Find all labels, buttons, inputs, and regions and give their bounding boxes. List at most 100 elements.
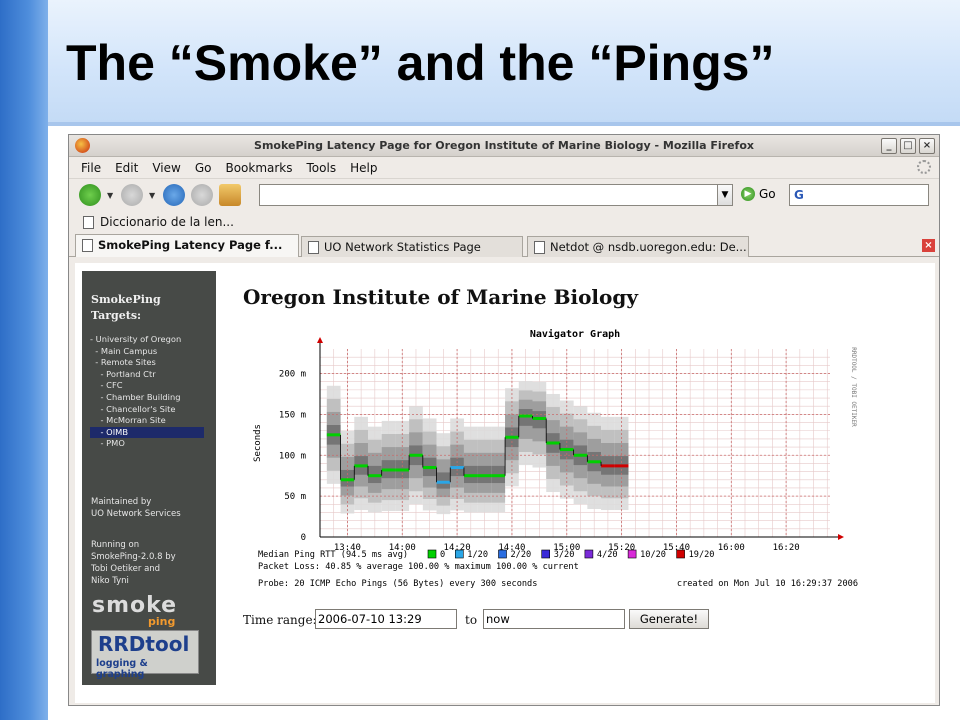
running-line[interactable]: Tobi Oetiker and	[91, 563, 176, 575]
menu-item-file[interactable]: File	[81, 161, 101, 175]
tab-label: UO Network Statistics Page	[324, 240, 481, 254]
menu-item-edit[interactable]: Edit	[115, 161, 138, 175]
window-titlebar: SmokePing Latency Page for Oregon Instit…	[69, 135, 939, 157]
url-dropdown-icon[interactable]: ▼	[717, 184, 733, 206]
menu-item-bookmarks[interactable]: Bookmarks	[225, 161, 292, 175]
rrdtool-logo-text: RRDtool	[98, 632, 190, 656]
go-button[interactable]: ▶ Go	[741, 187, 776, 201]
page-content: SmokePing Targets: - University of Orego…	[75, 263, 935, 703]
target-tree-item[interactable]: - McMorran Site	[90, 415, 204, 427]
firefox-window: SmokePing Latency Page for Oregon Instit…	[68, 134, 940, 706]
sidebar: SmokePing Targets: - University of Orego…	[82, 271, 216, 685]
created-text: created on Mon Jul 10 16:29:37 2006	[677, 579, 858, 589]
smokeping-logo[interactable]: smoke ping	[92, 593, 177, 628]
legend-item-label: 2/20	[511, 550, 532, 560]
forward-history-dropdown-icon[interactable]: ▼	[149, 191, 157, 200]
target-tree-item[interactable]: - OIMB	[90, 426, 204, 439]
page-icon	[534, 241, 545, 254]
maximize-button[interactable]: □	[900, 138, 916, 154]
legend-swatch	[498, 549, 507, 559]
tab-smokeping[interactable]: SmokePing Latency Page f...	[75, 234, 299, 257]
time-from-input[interactable]	[315, 609, 457, 629]
target-tree-item[interactable]: - CFC	[90, 380, 204, 392]
reload-icon[interactable]	[163, 184, 185, 206]
menu-item-go[interactable]: Go	[195, 161, 212, 175]
tab-label: Netdot @ nsdb.uoregon.edu: De...	[550, 240, 747, 254]
rrdtool-logo[interactable]: RRDtool logging & graphing	[91, 630, 199, 680]
tab-label: SmokePing Latency Page f...	[98, 238, 283, 252]
rrdtool-credit-label: RRDTOOL / TOBI OETIKER	[850, 347, 857, 427]
menu-item-help[interactable]: Help	[350, 161, 377, 175]
go-label: Go	[759, 187, 776, 201]
y-tick-label: 50 m	[284, 492, 306, 502]
y-tick-label: 200 m	[279, 370, 306, 380]
y-axis-arrow-icon	[317, 337, 323, 343]
minimize-button[interactable]: _	[881, 138, 897, 154]
go-arrow-icon: ▶	[741, 187, 755, 201]
y-tick-label: 0	[301, 533, 306, 543]
back-arrow-icon[interactable]	[79, 184, 101, 206]
slide-left-bar	[0, 0, 48, 720]
y-tick-label: 100 m	[279, 451, 306, 461]
target-tree-item[interactable]: - Chamber Building	[90, 392, 204, 404]
navigation-toolbar: ▼ ▼ ▼ ▶ Go G	[69, 179, 939, 211]
to-label: to	[465, 613, 478, 627]
chart-title: Navigator Graph	[530, 328, 620, 340]
bookmarks-toolbar: Diccionario de la len...	[69, 211, 939, 233]
legend-swatch	[541, 549, 551, 559]
target-tree-item[interactable]: - Main Campus	[90, 346, 204, 358]
legend-item-label: 3/20	[554, 550, 575, 560]
packet-loss-text: Packet Loss: 40.85 % average 100.00 % ma…	[258, 562, 579, 572]
time-range-label: Time range:	[243, 613, 317, 627]
navigator-graph[interactable]: 050 m100 m150 m200 m13:40 14:00 14:20 14:40…	[240, 327, 872, 597]
smokeping-logo-ping: ping	[148, 615, 176, 628]
search-input[interactable]: G	[789, 184, 929, 206]
search-engine-icon[interactable]: G	[794, 188, 804, 202]
target-tree-item[interactable]: - University of Oregon	[90, 334, 204, 346]
rrdtool-logo-subtext: logging & graphing	[96, 658, 148, 680]
url-input[interactable]	[259, 184, 731, 206]
legend-label: Median Ping RTT (94.5 ms avg)	[258, 550, 408, 560]
page-icon	[308, 241, 319, 254]
legend-item-label: 10/20	[640, 550, 666, 560]
legend-swatch	[676, 549, 685, 559]
forward-arrow-icon[interactable]	[121, 184, 143, 206]
window-title: SmokePing Latency Page for Oregon Instit…	[254, 139, 754, 152]
running-line[interactable]: SmokePing-2.0.8 by	[91, 551, 176, 563]
throbber-icon	[917, 160, 931, 174]
x-tick-label: 16:20	[773, 543, 800, 553]
legend-swatch	[584, 549, 594, 559]
tab-netdot[interactable]: Netdot @ nsdb.uoregon.edu: De...	[527, 236, 749, 257]
x-tick-label: 16:00	[718, 543, 745, 553]
page-icon	[83, 215, 94, 229]
generate-button[interactable]: Generate!	[629, 609, 709, 629]
home-icon[interactable]	[219, 184, 241, 206]
y-axis-label: Seconds	[253, 424, 263, 462]
bookmark-item[interactable]: Diccionario de la len...	[100, 215, 234, 229]
tab-uo-network-stats[interactable]: UO Network Statistics Page	[301, 236, 523, 257]
target-tree-item[interactable]: - PMO	[90, 438, 204, 450]
smoke-band	[436, 472, 451, 489]
target-tree-item[interactable]: - Remote Sites	[90, 357, 204, 369]
maintained-line: Maintained by	[91, 497, 152, 507]
probe-text: Probe: 20 ICMP Echo Pings (56 Bytes) eve…	[258, 579, 537, 589]
tab-bar: SmokePing Latency Page f... UO Network S…	[69, 233, 939, 257]
stop-icon[interactable]	[191, 184, 213, 206]
menu-bar: File Edit View Go Bookmarks Tools Help	[69, 157, 939, 179]
back-history-dropdown-icon[interactable]: ▼	[107, 191, 115, 200]
running-line: Running on	[91, 540, 140, 550]
menu-item-tools[interactable]: Tools	[307, 161, 337, 175]
close-tab-button[interactable]: ×	[922, 239, 935, 252]
slide-title: The “Smoke” and the “Pings”	[66, 35, 775, 91]
target-tree-item[interactable]: - Portland Ctr	[90, 369, 204, 381]
menu-item-view[interactable]: View	[152, 161, 180, 175]
close-window-button[interactable]: ×	[919, 138, 935, 154]
target-tree-item[interactable]: - Chancellor's Site	[90, 404, 204, 416]
maintained-line[interactable]: UO Network Services	[91, 508, 181, 520]
running-line[interactable]: Niko Tyni	[91, 575, 176, 587]
legend-swatch	[427, 549, 437, 559]
legend-item-label: 4/20	[597, 550, 618, 560]
y-tick-label: 150 m	[279, 410, 306, 420]
target-tree: - University of Oregon - Main Campus - R…	[90, 334, 204, 450]
time-to-input[interactable]	[483, 609, 625, 629]
